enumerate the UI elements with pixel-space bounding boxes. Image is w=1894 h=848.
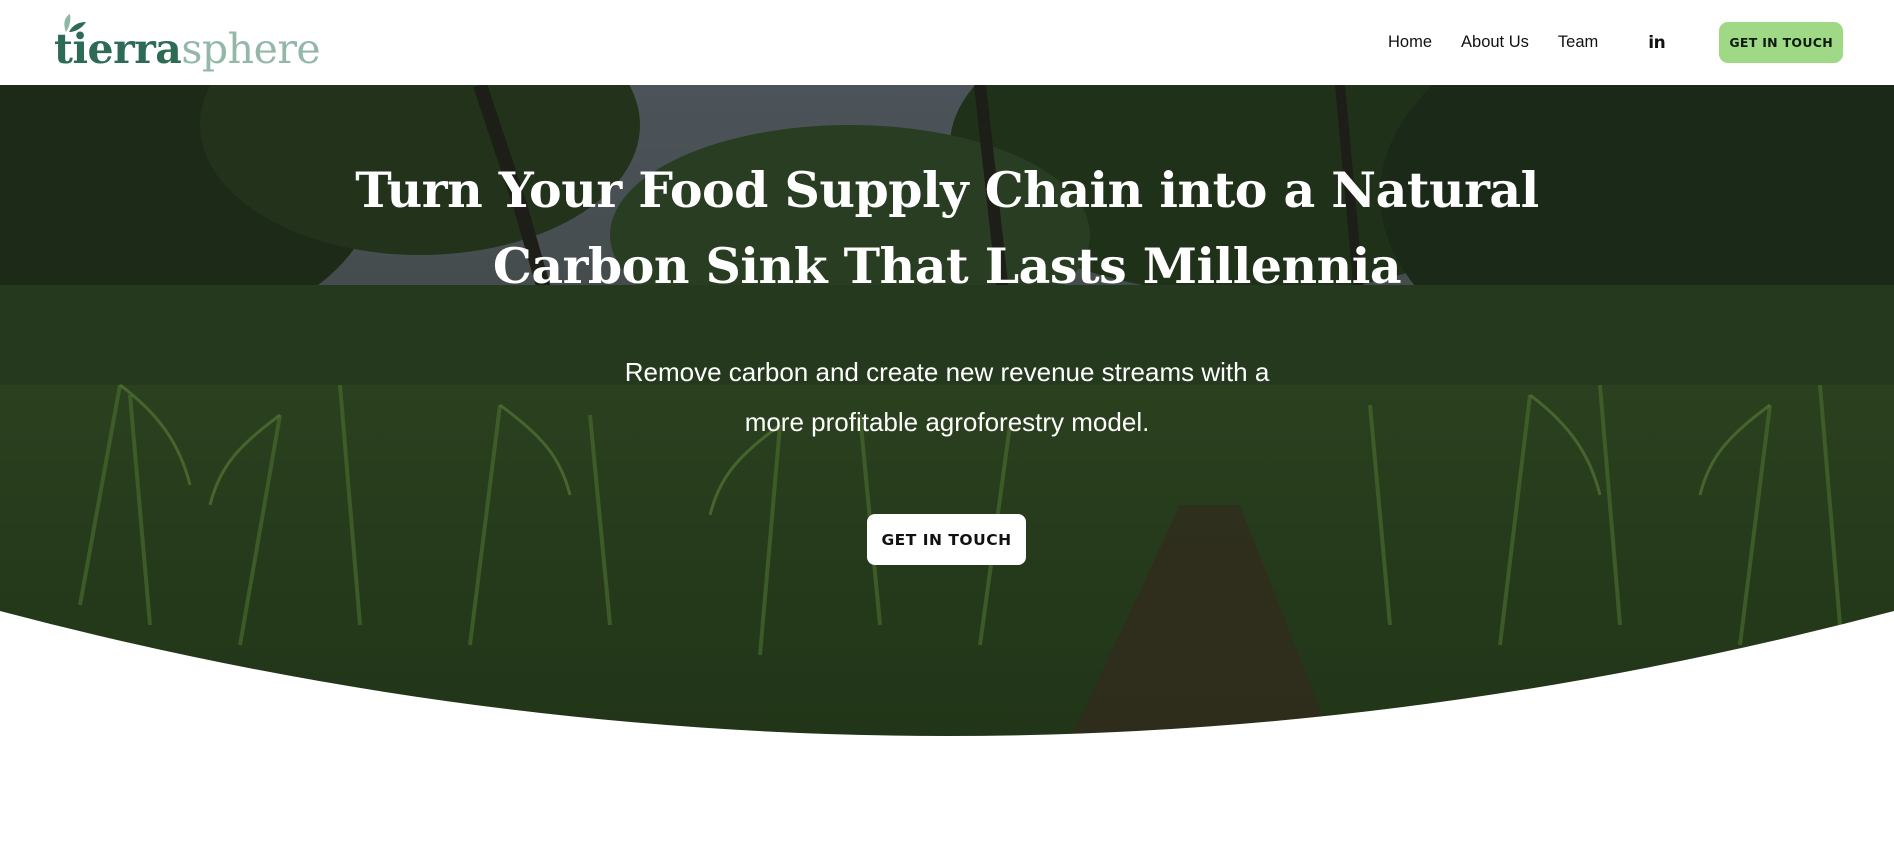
hero-subtitle-line-1: Remove carbon and create new revenue str…	[624, 357, 1270, 387]
tierrasphere-logo[interactable]: tierra sphere	[54, 14, 321, 73]
nav-link-home[interactable]: Home	[1388, 33, 1432, 52]
hero-bottom-curve	[0, 611, 1894, 761]
hero-subtitle: Remove carbon and create new revenue str…	[0, 347, 1894, 447]
nav-link-about-us[interactable]: About Us	[1461, 33, 1529, 52]
leaf-icon	[64, 14, 86, 32]
logo-text-tierra: tierra	[54, 25, 182, 73]
hero-section: Turn Your Food Supply Chain into a Natur…	[0, 85, 1894, 761]
logo-text-sphere: sphere	[181, 25, 321, 73]
linkedin-icon[interactable]: in	[1648, 33, 1665, 53]
hero-title-line-1: Turn Your Food Supply Chain into a Natur…	[355, 161, 1539, 219]
main-nav: Home About Us Team in GET IN TOUCH	[1388, 0, 1844, 85]
nav-link-team[interactable]: Team	[1558, 33, 1598, 52]
hero-get-in-touch-button[interactable]: GET IN TOUCH	[867, 514, 1026, 565]
hero-title: Turn Your Food Supply Chain into a Natur…	[0, 152, 1894, 304]
site-header: tierra sphere Home About Us Team in GET I…	[0, 0, 1894, 85]
hero-title-line-2: Carbon Sink That Lasts Millennia	[492, 237, 1402, 295]
header-get-in-touch-button[interactable]: GET IN TOUCH	[1719, 22, 1844, 63]
hero-subtitle-line-2: more profitable agroforestry model.	[744, 407, 1150, 437]
